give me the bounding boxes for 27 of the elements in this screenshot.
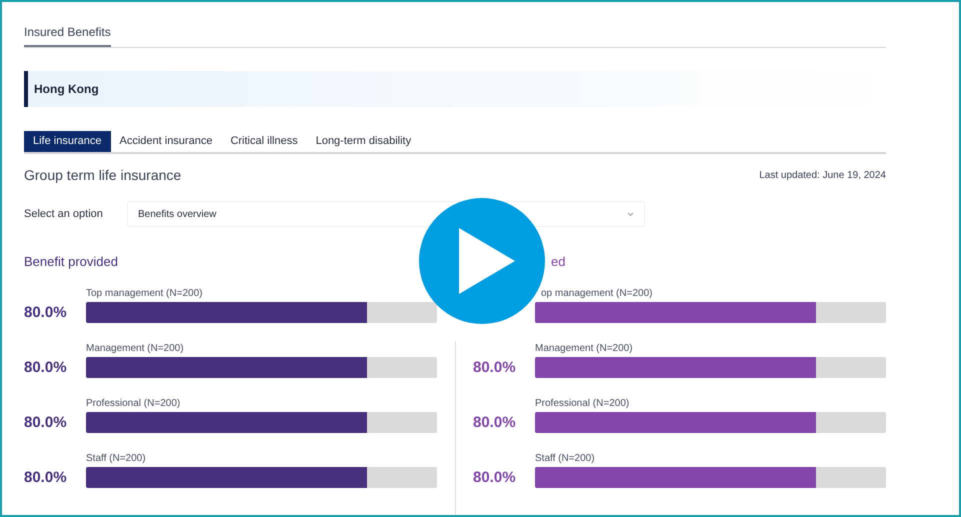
percent-value: 80.0% [24, 304, 67, 320]
percent-value: 80.0% [473, 468, 516, 486]
percent-value: 80.0% [24, 468, 67, 486]
bar-label: Management (N=200) [86, 343, 184, 355]
bar-label: Staff (N=200) [86, 453, 146, 465]
panel-title: ed [551, 254, 566, 270]
bar-label: Management (N=200) [535, 343, 633, 355]
bar-label: Top management (N=200) [86, 288, 202, 300]
section-title: Group term life insurance [24, 166, 182, 185]
tab[interactable]: Accident insurance [110, 131, 222, 152]
percent-value: 80.0% [473, 358, 516, 376]
tab[interactable]: Long-term disability [306, 131, 420, 152]
chevron-down-icon [627, 212, 634, 216]
select-label: Select an option [24, 206, 104, 222]
tab[interactable]: Life insurance [24, 131, 110, 152]
bar-label: Professional (N=200) [86, 398, 180, 410]
panel-title: Benefit provided [24, 254, 118, 270]
page-title[interactable]: Insured Benefits [24, 24, 111, 47]
bar-label: op management (N=200) [541, 288, 652, 300]
play-icon [459, 228, 515, 294]
percent-value: 80.0% [24, 358, 67, 376]
bar-label: Staff (N=200) [535, 453, 595, 465]
tab[interactable]: Critical illness [221, 131, 307, 152]
percent-value: 80.0% [24, 414, 67, 430]
last-updated: Last updated: June 19, 2024 [759, 169, 886, 183]
percent-value: 80.0% [473, 414, 516, 430]
bar-label: Professional (N=200) [535, 398, 630, 410]
